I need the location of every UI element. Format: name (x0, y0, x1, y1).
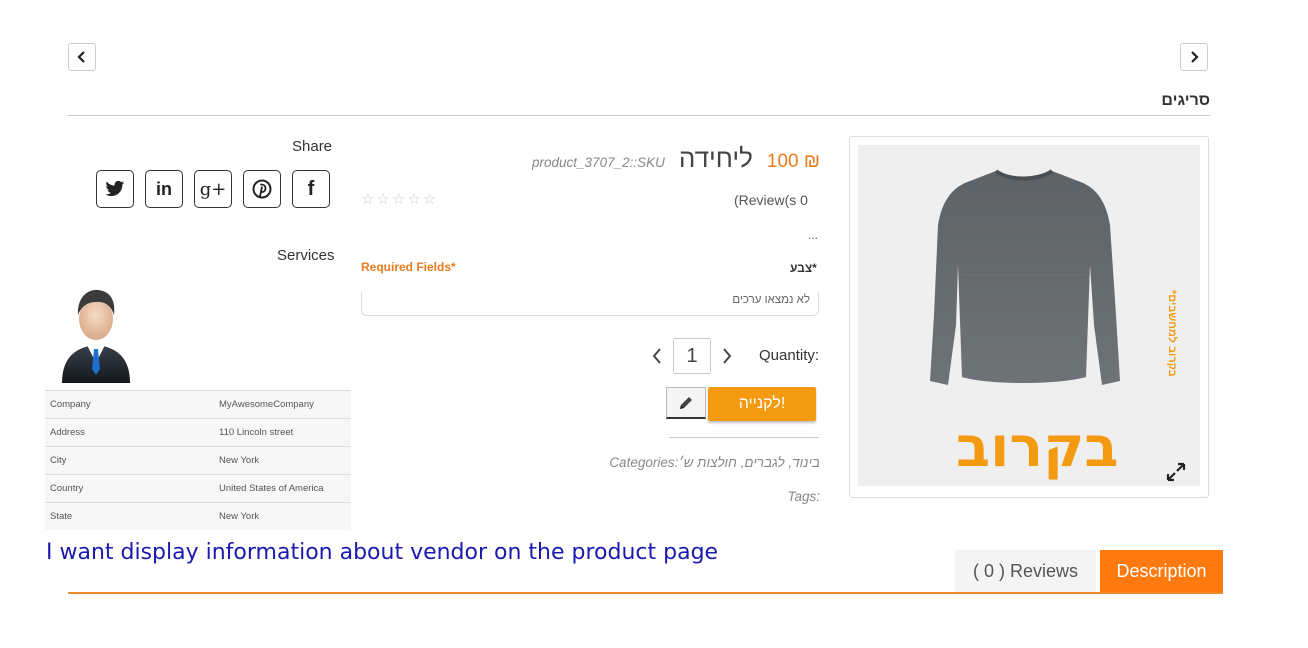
vendor-value: 110 Lincoln street (214, 418, 351, 447)
quantity-input[interactable]: 1 (673, 338, 711, 374)
header-divider (68, 115, 1210, 116)
product-tags: Tags: (787, 489, 820, 504)
twitter-icon[interactable] (96, 170, 134, 208)
table-row: Company MyAwesomeCompany (45, 390, 351, 419)
color-label: צבע* (790, 261, 817, 275)
vendor-label: Address (45, 418, 214, 447)
prev-product-button[interactable] (68, 43, 96, 71)
vendor-info-table: Company MyAwesomeCompany Address 110 Linco… (45, 390, 351, 530)
google-plus-icon[interactable]: g+ (194, 170, 232, 208)
product-title: ליחידה (678, 143, 753, 173)
chevron-left-icon (652, 348, 661, 364)
expand-icon[interactable] (1165, 461, 1187, 483)
edit-button[interactable] (666, 387, 706, 419)
table-row: Country United States of America (45, 474, 351, 503)
facebook-icon[interactable]: f (292, 170, 330, 208)
category-title: סריגים (1161, 92, 1210, 109)
vendor-label: Country (45, 474, 214, 503)
services-title: Services (277, 247, 335, 264)
tabs-underline (68, 592, 1223, 594)
required-fields-note: Required Fields* (361, 260, 456, 274)
linkedin-icon[interactable]: in (145, 170, 183, 208)
product-categories: Categories:בינוד, לגברים, חולצות ש׳ (609, 455, 820, 470)
vendor-value: United States of America (214, 474, 351, 503)
vendor-avatar (54, 283, 138, 383)
chevron-right-icon (723, 348, 732, 364)
short-description: ... (808, 228, 819, 242)
vendor-value: New York (214, 446, 351, 475)
table-row: State New York (45, 502, 351, 530)
chevron-right-icon (1191, 51, 1199, 63)
product-sku: product_3707_2::SKU (532, 155, 665, 170)
table-row: City New York (45, 446, 351, 475)
table-row: Address 110 Lincoln street (45, 418, 351, 447)
image-caption: בקרוב (956, 415, 1119, 480)
reviews-count[interactable]: (Review(s 0 (734, 192, 808, 208)
quantity-decrease-button[interactable] (651, 347, 663, 365)
details-divider (669, 437, 819, 438)
next-product-button[interactable] (1180, 43, 1208, 71)
share-buttons: in g+ f (96, 170, 330, 208)
color-select[interactable]: לא נמצאו ערכים (361, 292, 819, 316)
vendor-label: State (45, 502, 214, 530)
product-image[interactable]: *בקרוב למחשבים בקרוב (858, 145, 1200, 486)
quantity-increase-button[interactable] (721, 347, 733, 365)
vendor-label: City (45, 446, 214, 475)
product-image-frame: *בקרוב למחשבים בקרוב (849, 136, 1209, 498)
chevron-left-icon (77, 51, 85, 63)
pinterest-icon[interactable] (243, 170, 281, 208)
vendor-value: New York (214, 502, 351, 530)
quantity-stepper: 1 (651, 338, 733, 374)
share-title: Share (292, 138, 333, 155)
tab-reviews[interactable]: ( 0 ) Reviews (955, 550, 1096, 593)
vendor-label: Company (45, 390, 214, 419)
buy-button[interactable]: לקנייה! (708, 387, 816, 421)
pencil-icon (680, 396, 692, 409)
product-heading: product_3707_2::SKU ליחידה 100 ₪ (532, 143, 820, 174)
tab-description[interactable]: Description (1100, 550, 1223, 593)
annotation-text: I want display information about vendor … (46, 540, 719, 565)
image-side-text: *בקרוב למחשבים (1166, 290, 1178, 377)
product-price: 100 ₪ (766, 151, 820, 172)
quantity-label: Quantity: (759, 347, 820, 364)
rating-stars[interactable]: ☆☆☆☆☆ (361, 190, 438, 208)
vendor-value: MyAwesomeCompany (214, 390, 351, 419)
